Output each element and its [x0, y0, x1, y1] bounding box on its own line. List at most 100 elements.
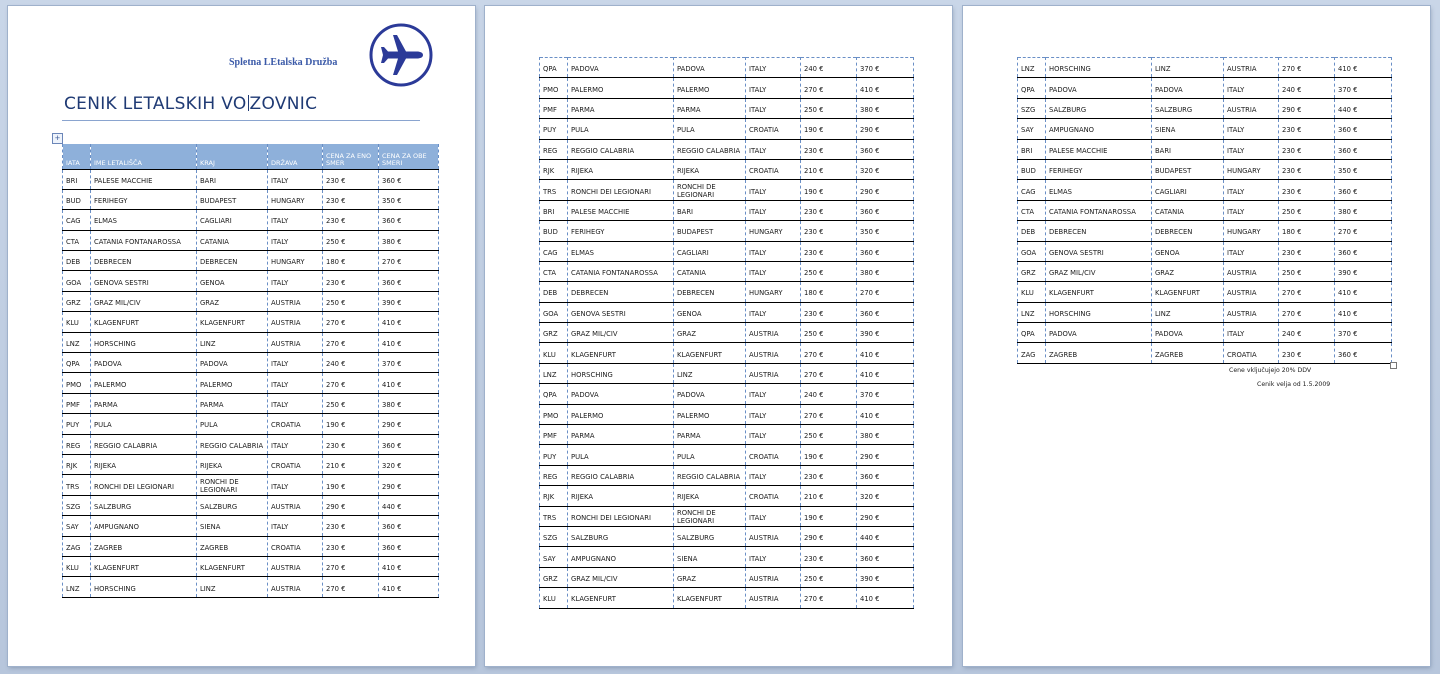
cell-airport: CATANIA FONTANAROSSA	[1045, 200, 1152, 222]
column-header-return: CENA ZA OBE SMERI	[378, 144, 439, 170]
cell-country: AUSTRIA	[745, 363, 801, 385]
cell-iata: REG	[62, 434, 91, 455]
table-row: BUD FERIHEGY BUDAPEST HUNGARY 230 €350 €	[539, 220, 914, 242]
vat-note: Cene vključujejo 20% DDV	[1229, 367, 1312, 374]
cell-airport: HORSCHING	[90, 332, 197, 354]
validity-note: Cenik velja od 1.5.2009	[1257, 381, 1331, 388]
cell-airport: PARMA	[90, 393, 197, 415]
table-row: PMF PARMA PARMA ITALY 250 €380 €	[62, 393, 439, 415]
cell-city: GRAZ	[196, 291, 268, 313]
cell-return-price: 410 €	[378, 311, 439, 333]
cell-one-way-price: 180 €	[800, 281, 857, 303]
cell-iata: CTA	[1017, 200, 1046, 222]
cell-city: LINZ	[1151, 57, 1224, 79]
cell-iata: DEB	[539, 281, 568, 303]
cell-country: ITALY	[1223, 200, 1279, 222]
cell-return-price: 410 €	[856, 404, 914, 426]
table-row: REG REGGIO CALABRIA REGGIO CALABRIA ITALY 23…	[539, 465, 914, 487]
cell-one-way-price: 190 €	[322, 413, 379, 435]
cell-one-way-price: 190 €	[800, 118, 857, 140]
cell-return-price: 390 €	[856, 322, 914, 344]
table-row: BRI PALESE MACCHIE BARI ITALY 230 €360 €	[1017, 139, 1392, 160]
table-row: GOA GENOVA SESTRI GENOA ITALY 230 €360 €	[1017, 241, 1392, 262]
document-page-3: LNZ HORSCHING LINZ AUSTRIA 270 €410 € QPA PADO…	[963, 6, 1430, 666]
cell-one-way-price: 240 €	[800, 383, 857, 405]
cell-return-price: 360 €	[1334, 179, 1392, 201]
table-row: CAG ELMAS CAGLIARI ITALY 230 €360 €	[1017, 179, 1392, 201]
cell-iata: TRS	[539, 179, 568, 201]
cell-country: ITALY	[745, 506, 801, 527]
cell-airport: AMPUGNANO	[90, 515, 197, 537]
table-row: RJK RIJEKA RIJEKA CROATIA 210 €320 €	[539, 159, 914, 181]
cell-airport: RIJEKA	[567, 159, 674, 181]
cell-country: ITALY	[745, 241, 801, 262]
cell-iata: PMO	[539, 77, 568, 99]
cell-one-way-price: 290 €	[800, 526, 857, 548]
cell-one-way-price: 210 €	[800, 159, 857, 181]
table-resize-handle[interactable]	[1390, 362, 1397, 369]
cell-country: ITALY	[267, 474, 323, 496]
cell-city: CATANIA	[673, 261, 746, 283]
table-row: PMO PALERMO PALERMO ITALY 270 €410 €	[539, 404, 914, 426]
cell-iata: BUD	[539, 220, 568, 242]
cell-airport: RIJEKA	[90, 454, 197, 476]
table-row: GRZ GRAZ MIL/CIV GRAZ AUSTRIA 250 €390 €	[539, 322, 914, 344]
cell-city: PADOVA	[1151, 322, 1224, 344]
table-row: TRS RONCHI DEI LEGIONARI RONCHI DE LEGIONA…	[62, 474, 439, 496]
cell-city: SIENA	[1151, 118, 1224, 140]
cell-country: CROATIA	[1223, 342, 1279, 364]
title-text-end: ZOVNIC	[249, 94, 318, 114]
cell-iata: GRZ	[1017, 261, 1046, 283]
cell-one-way-price: 210 €	[800, 485, 857, 507]
cell-country: ITALY	[1223, 77, 1279, 99]
cell-airport: RONCHI DEI LEGIONARI	[567, 179, 674, 201]
cell-country: ITALY	[745, 465, 801, 487]
cell-return-price: 360 €	[856, 139, 914, 160]
cell-return-price: 320 €	[378, 454, 439, 476]
table-row: DEB DEBRECEN DEBRECEN HUNGARY 180 €270 €	[62, 250, 439, 272]
cell-city: RIJEKA	[196, 454, 268, 476]
table-row: SZG SALZBURG SALZBURG AUSTRIA 290 €440 €	[62, 495, 439, 517]
cell-return-price: 410 €	[856, 363, 914, 385]
table-row: BRI PALESE MACCHIE BARI ITALY 230 €360 €	[539, 200, 914, 222]
cell-return-price: 440 €	[1334, 98, 1392, 120]
document-title[interactable]: CENIK LETALSKIH VO ZOVNIC	[64, 94, 317, 114]
cell-one-way-price: 240 €	[1278, 77, 1335, 99]
cell-one-way-price: 230 €	[322, 434, 379, 455]
cell-one-way-price: 240 €	[1278, 322, 1335, 344]
table-row: SAY AMPUGNANO SIENA ITALY 230 €360 €	[62, 515, 439, 537]
cell-airport: HORSCHING	[1045, 57, 1152, 79]
cell-airport: PULA	[567, 444, 674, 466]
cell-iata: LNZ	[1017, 57, 1046, 79]
cell-return-price: 370 €	[378, 352, 439, 374]
cell-airport: AMPUGNANO	[567, 546, 674, 568]
cell-country: CROATIA	[745, 485, 801, 507]
cell-one-way-price: 250 €	[1278, 261, 1335, 283]
cell-one-way-price: 270 €	[322, 332, 379, 354]
cell-one-way-price: 250 €	[800, 261, 857, 283]
cell-airport: ZAGREB	[90, 536, 197, 557]
cell-airport: PALERMO	[567, 77, 674, 99]
cell-one-way-price: 190 €	[800, 444, 857, 466]
cell-country: ITALY	[745, 261, 801, 283]
cell-return-price: 380 €	[856, 98, 914, 120]
table-row: CTA CATANIA FONTANAROSSA CATANIA ITALY 250 €…	[1017, 200, 1392, 222]
cell-country: AUSTRIA	[267, 495, 323, 517]
cell-city: GRAZ	[673, 567, 746, 589]
cell-return-price: 370 €	[1334, 322, 1392, 344]
cell-one-way-price: 250 €	[800, 567, 857, 589]
cell-iata: ZAG	[1017, 342, 1046, 364]
cell-city: KLAGENFURT	[673, 587, 746, 609]
cell-country: HUNGARY	[1223, 159, 1279, 181]
table-row: GRZ GRAZ MIL/CIV GRAZ AUSTRIA 250 €390 €	[1017, 261, 1392, 283]
cell-airport: PADOVA	[567, 383, 674, 405]
cell-airport: PADOVA	[90, 352, 197, 374]
cell-country: ITALY	[267, 515, 323, 537]
cell-iata: CTA	[539, 261, 568, 283]
cell-city: BARI	[673, 200, 746, 222]
cell-country: ITALY	[267, 352, 323, 374]
cell-return-price: 380 €	[378, 393, 439, 415]
cell-iata: SZG	[1017, 98, 1046, 120]
table-move-handle-icon[interactable]: +	[52, 133, 63, 144]
table-row: QPA PADOVA PADOVA ITALY 240 €370 €	[1017, 77, 1392, 99]
